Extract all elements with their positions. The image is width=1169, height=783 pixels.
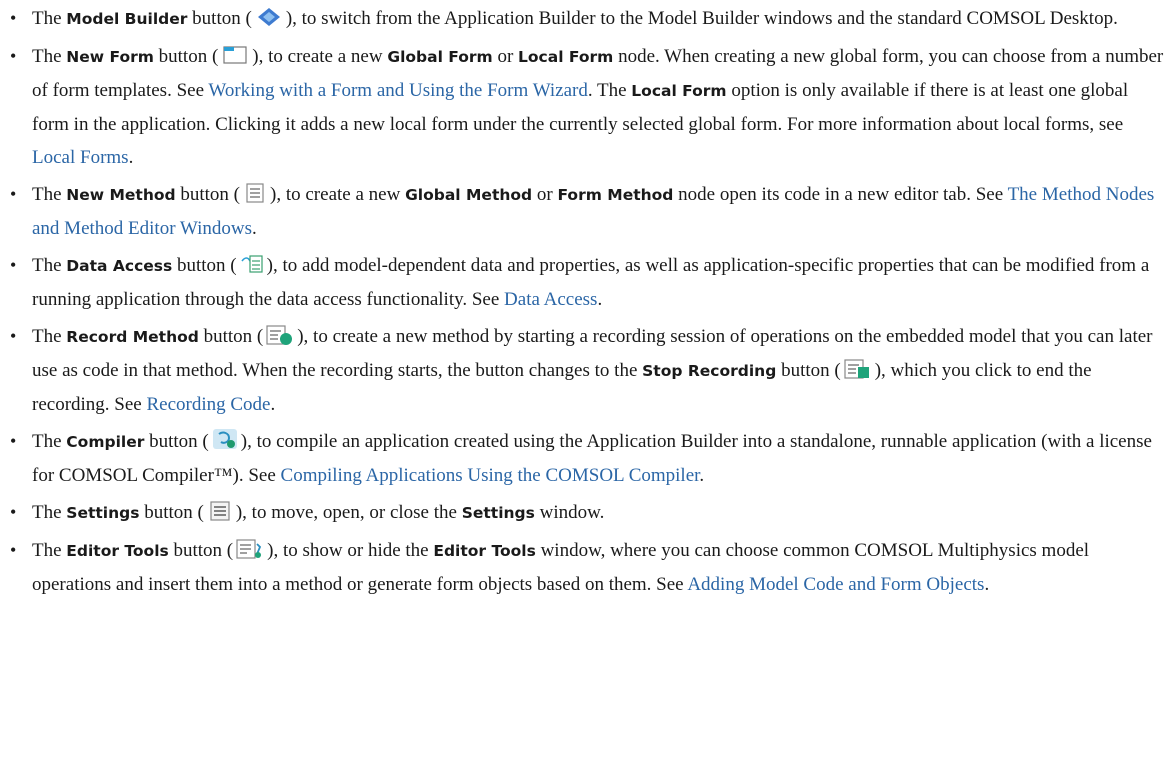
text: . The: [587, 80, 632, 101]
stop-recording-icon: [843, 358, 873, 380]
text: button (: [139, 502, 204, 523]
link-compiling-applications[interactable]: Compiling Applications Using the COMSOL …: [281, 465, 700, 486]
link-working-with-form[interactable]: Working with a Form and Using the Form W…: [208, 80, 587, 101]
ui-term: Local Form: [518, 48, 614, 66]
text: The: [32, 502, 67, 523]
new-method-icon: [242, 182, 268, 204]
text: The: [32, 326, 67, 347]
text: node open its code in a new editor tab. …: [673, 184, 1008, 205]
ui-term: Global Method: [405, 186, 533, 204]
data-access-icon: [239, 253, 265, 275]
link-recording-code[interactable]: Recording Code: [146, 394, 270, 415]
compiler-icon: [211, 427, 239, 451]
text: .: [699, 465, 705, 486]
ui-term: Data Access: [66, 257, 173, 275]
link-local-forms[interactable]: Local Forms: [32, 147, 129, 168]
text: button (: [175, 184, 241, 205]
text: window.: [534, 502, 605, 523]
text: The: [32, 255, 67, 276]
settings-icon: [206, 500, 234, 522]
text: ), to show or hide the: [267, 540, 434, 561]
model-builder-icon: [254, 6, 284, 28]
ui-term: New Method: [66, 186, 176, 204]
text: .: [597, 289, 603, 310]
list-item: The Data Access button (), to add model-…: [0, 249, 1169, 316]
text: ), to create a new: [252, 46, 388, 67]
text: .: [270, 394, 276, 415]
list-item: The Editor Tools button ( ), to show or h…: [0, 534, 1169, 601]
ui-term: Settings: [66, 504, 140, 522]
ui-term: Settings: [461, 504, 535, 522]
list-item: The Model Builder button ( ), to switch f…: [0, 2, 1169, 36]
text: button (: [198, 326, 264, 347]
text: .: [252, 218, 257, 239]
text: The: [32, 431, 67, 452]
ui-term: Global Form: [387, 48, 493, 66]
text: button (: [187, 8, 252, 29]
ui-term: New Form: [66, 48, 154, 66]
link-data-access[interactable]: Data Access: [504, 289, 597, 310]
record-method-icon: [265, 324, 295, 346]
new-form-icon: [220, 44, 250, 66]
ui-term: Local Form: [631, 82, 727, 100]
text: The: [32, 540, 67, 561]
text: button (: [153, 46, 219, 67]
ui-term: Stop Recording: [642, 362, 777, 380]
text: .: [128, 147, 134, 168]
list-item: The New Form button (), to create a new …: [0, 40, 1169, 174]
text: ), to switch from the Application Builde…: [285, 8, 1118, 29]
list-item: The New Method button ( ), to create a ne…: [0, 178, 1169, 245]
text: or: [492, 46, 519, 67]
text: The: [32, 46, 67, 67]
text: ), to create a new: [270, 184, 406, 205]
ui-term: Editor Tools: [433, 542, 536, 560]
text: button (: [776, 360, 841, 381]
text: button (: [172, 255, 237, 276]
list-item: The Compiler button (), to compile an ap…: [0, 425, 1169, 492]
ui-term: Editor Tools: [66, 542, 169, 560]
text: button (: [168, 540, 234, 561]
text: .: [984, 574, 990, 595]
text: ), to move, open, or close the: [235, 502, 462, 523]
bullet-list: The Model Builder button ( ), to switch f…: [0, 2, 1169, 605]
ui-term: Record Method: [66, 328, 199, 346]
ui-term: Form Method: [557, 186, 674, 204]
text: button (: [144, 431, 209, 452]
editor-tools-icon: [235, 538, 265, 560]
list-item: The Settings button ( ), to move, open, o…: [0, 496, 1169, 530]
link-adding-model-code[interactable]: Adding Model Code and Form Objects: [687, 574, 984, 595]
list-item: The Record Method button (), to create a…: [0, 320, 1169, 421]
text: or: [532, 184, 558, 205]
text: The: [32, 8, 67, 29]
text: The: [32, 184, 67, 205]
ui-term: Compiler: [66, 433, 145, 451]
ui-term: Model Builder: [66, 10, 188, 28]
